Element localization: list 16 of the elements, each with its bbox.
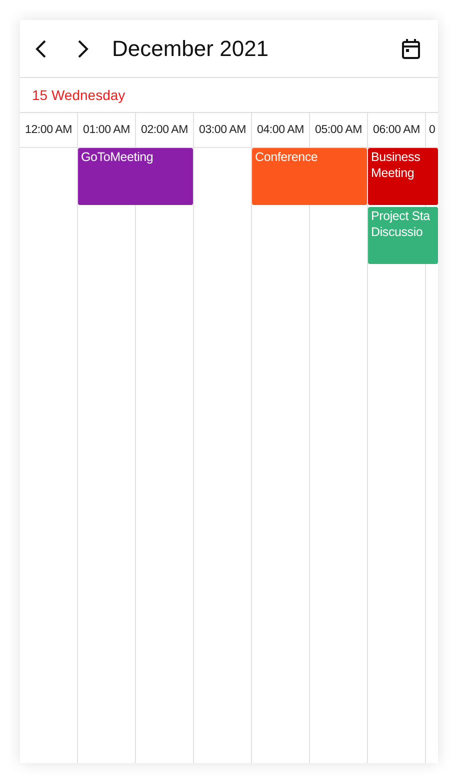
hour-label: 12:00 AM bbox=[25, 124, 72, 136]
hour-label: 04:00 AM bbox=[257, 124, 304, 136]
month-title[interactable]: December 2021 bbox=[112, 36, 269, 62]
chevron-right-icon bbox=[77, 40, 89, 58]
chevron-left-icon bbox=[35, 40, 47, 58]
hour-label: 0 bbox=[429, 124, 436, 136]
event-block[interactable]: GoToMeeting bbox=[78, 148, 193, 205]
calendar-icon bbox=[402, 38, 420, 58]
hour-label: 03:00 AM bbox=[199, 124, 246, 136]
hour-label: 02:00 AM bbox=[141, 124, 188, 136]
hour-label: 01:00 AM bbox=[83, 124, 130, 136]
hour-label: 05:00 AM bbox=[315, 124, 362, 136]
day-label: 15 Wednesday bbox=[32, 87, 126, 103]
event-block[interactable]: Business Meeting bbox=[368, 148, 438, 205]
event-block[interactable]: Conference bbox=[252, 148, 367, 205]
hour-label: 06:00 AM bbox=[373, 124, 420, 136]
